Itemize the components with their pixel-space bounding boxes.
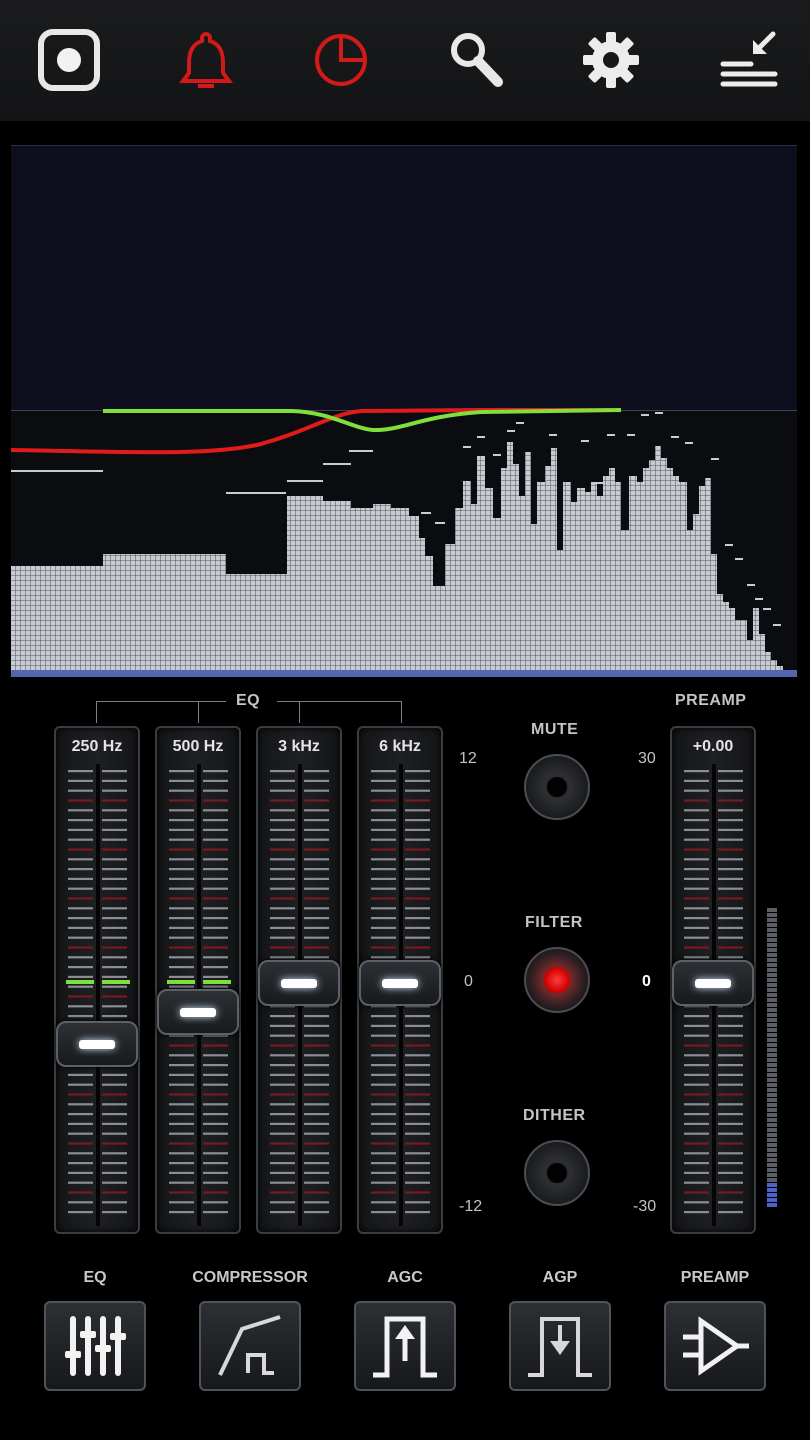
eq-band-label: 250 Hz xyxy=(71,738,123,755)
eq-scale-max: 12 xyxy=(459,750,477,767)
eq-bracket xyxy=(96,701,402,723)
preamp-slider[interactable]: +0.00 xyxy=(670,726,756,1234)
compressor-curve-icon xyxy=(218,1315,281,1376)
mute-button[interactable] xyxy=(524,754,590,820)
eq-bracket-tick xyxy=(299,701,300,723)
top-toolbar xyxy=(0,0,810,122)
mute-label: MUTE xyxy=(531,721,579,738)
bell-icon xyxy=(179,31,233,88)
slider-knob[interactable] xyxy=(672,960,754,1006)
slider-knob[interactable] xyxy=(258,960,340,1006)
eq-band-label: 3 kHz xyxy=(278,738,320,755)
filter-response-curve xyxy=(11,408,611,455)
filter-label: FILTER xyxy=(525,914,583,931)
slider-knob[interactable] xyxy=(157,989,239,1035)
slider-knob[interactable] xyxy=(359,960,441,1006)
eq-slider-500hz[interactable]: 500 Hz xyxy=(155,726,241,1234)
preamp-module-button[interactable] xyxy=(664,1301,766,1391)
eq-bracket-left-line xyxy=(96,701,226,702)
spectrum-analyzer xyxy=(11,145,797,677)
agp-module-button[interactable] xyxy=(509,1301,611,1391)
spectrum-floor xyxy=(11,670,797,677)
eq-scale-min: -12 xyxy=(459,1198,483,1215)
agp-icon xyxy=(528,1317,592,1377)
preamp-scale-mid: 0 xyxy=(642,973,651,990)
module-label-preamp: PREAMP xyxy=(680,1269,750,1286)
search-icon xyxy=(451,33,503,87)
slider-knob[interactable] xyxy=(56,1021,138,1067)
dither-label: DITHER xyxy=(523,1107,586,1124)
search-button[interactable] xyxy=(438,22,514,98)
module-label-eq: EQ xyxy=(83,1269,107,1286)
timer-button[interactable] xyxy=(303,22,379,98)
eq-response-curve xyxy=(103,408,622,433)
eq-slider-250hz[interactable]: 250 Hz xyxy=(54,726,140,1234)
module-label-agc: AGC xyxy=(387,1269,423,1286)
output-level-meter xyxy=(767,908,777,1207)
eq-module-button[interactable] xyxy=(44,1301,146,1391)
settings-button[interactable] xyxy=(573,22,649,98)
collapse-button[interactable] xyxy=(711,22,787,98)
amplifier-icon xyxy=(683,1316,749,1376)
filter-button[interactable] xyxy=(524,947,590,1013)
collapse-icon xyxy=(720,31,778,87)
filter-led-icon xyxy=(544,967,570,993)
sliders-icon xyxy=(65,1316,126,1376)
record-button[interactable] xyxy=(31,22,107,98)
alarm-button[interactable] xyxy=(168,22,244,98)
eq-bracket-right-line xyxy=(277,701,402,702)
module-label-agp: AGP xyxy=(542,1269,578,1286)
eq-scale-mid: 0 xyxy=(464,973,473,990)
dither-button[interactable] xyxy=(524,1140,590,1206)
preamp-scale-max: 30 xyxy=(638,750,656,767)
zero-marker xyxy=(167,980,231,984)
record-icon xyxy=(38,29,100,91)
eq-slider-3khz[interactable]: 3 kHz xyxy=(256,726,342,1234)
eq-slider-6khz[interactable]: 6 kHz xyxy=(357,726,443,1234)
agc-module-button[interactable] xyxy=(354,1301,456,1391)
eq-bracket-tick xyxy=(198,701,199,723)
eq-band-label: 500 Hz xyxy=(172,738,224,755)
module-label-compressor: COMPRESSOR xyxy=(192,1269,308,1286)
gear-icon xyxy=(583,32,639,88)
preamp-section-label: PREAMP xyxy=(675,692,747,709)
eq-band-label: 6 kHz xyxy=(379,738,421,755)
zero-marker xyxy=(66,980,130,984)
agc-icon xyxy=(373,1316,437,1378)
timer-icon xyxy=(315,34,367,86)
slider-groove xyxy=(96,764,100,1226)
preamp-value: +0.00 xyxy=(692,738,734,755)
preamp-scale-min: -30 xyxy=(633,1198,657,1215)
compressor-module-button[interactable] xyxy=(199,1301,301,1391)
spectrum-graph xyxy=(11,408,797,677)
